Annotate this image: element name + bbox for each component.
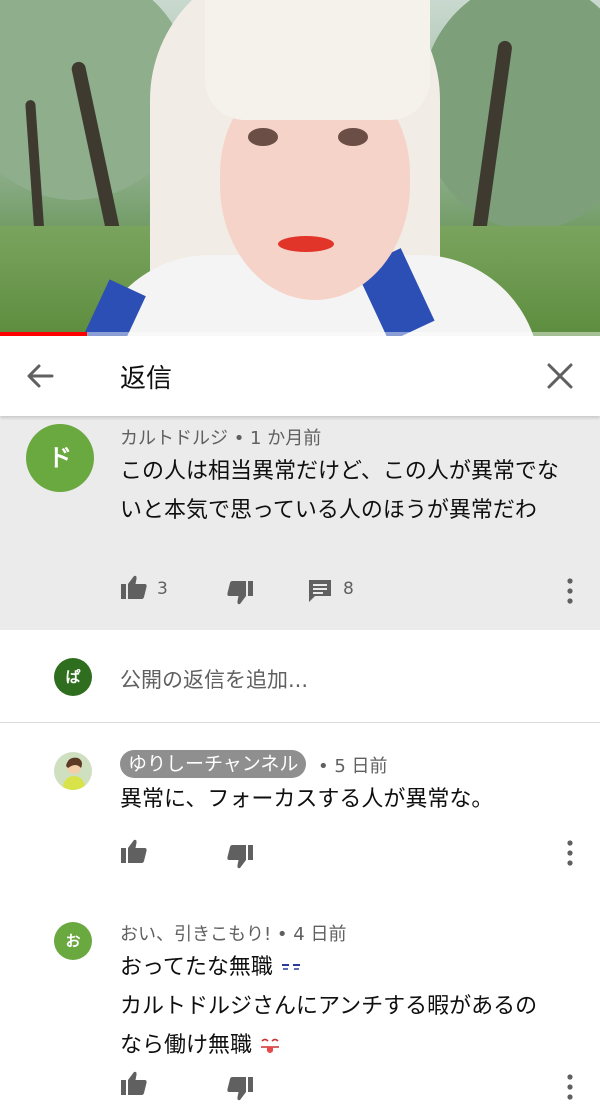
reply-count: 8 [343, 579, 354, 599]
thumbs-up-icon[interactable] [120, 574, 148, 600]
comment-line: おってたな無職 [120, 948, 590, 987]
avatar[interactable] [54, 752, 92, 790]
page-title: 返信 [120, 364, 173, 394]
divider [0, 722, 600, 723]
avatar-photo-icon [54, 752, 92, 790]
add-reply-input[interactable]: 公開の返信を追加... [120, 664, 308, 694]
more-options-icon[interactable] [560, 576, 580, 606]
more-options-icon[interactable] [560, 838, 580, 868]
author-chip[interactable]: ゆりしーチャンネル [120, 750, 307, 778]
thumbs-down-icon[interactable] [226, 1076, 254, 1102]
comment-time: • 5 日前 [318, 756, 388, 777]
tongue-face-icon [261, 1038, 280, 1053]
sleepy-face-icon [281, 964, 300, 970]
replies-header: 返信 [0, 336, 600, 416]
thumbs-up-icon[interactable] [120, 838, 148, 864]
person-bangs [205, 0, 430, 120]
comment-line: カルトドルジさんにアンチする暇があるの [120, 994, 538, 1019]
thumbs-up-icon[interactable] [120, 1070, 148, 1096]
parent-comment: ド カルトドルジ • 1 か月前 この人は相当異常だけど、この人が異常でないと本… [0, 416, 600, 630]
comment-text: この人は相当異常だけど、この人が異常でないと本気で思っている人のほうが異常だわ [120, 459, 559, 523]
comment-line-text: なら働け無職 [120, 1033, 253, 1058]
comment-meta: カルトドルジ • 1 か月前 [120, 428, 322, 449]
arrow-left-icon [27, 364, 54, 388]
tree-foliage [420, 0, 600, 230]
like-count: 3 [157, 579, 168, 599]
comment-meta: おい、引きこもり! • 4 日前 [120, 924, 347, 945]
comment-text: 異常に、フォーカスする人が異常な。 [120, 787, 494, 812]
video-player[interactable] [0, 0, 600, 336]
reply-comment-icon[interactable] [308, 579, 332, 603]
avatar[interactable]: ド [26, 424, 94, 492]
more-options-icon[interactable] [560, 1072, 580, 1102]
comment-text: おってたな無職 カルトドルジさんにアンチする暇があるの なら働け無職 [120, 948, 590, 1065]
person-lips [278, 236, 334, 252]
comment-line: なら働け無職 [120, 1026, 590, 1065]
back-button[interactable] [20, 358, 60, 394]
close-button[interactable] [540, 358, 580, 394]
close-icon [547, 363, 573, 389]
thumbs-down-icon[interactable] [226, 844, 254, 870]
thumbs-down-icon[interactable] [226, 580, 254, 606]
avatar: ぱ [54, 658, 92, 696]
avatar[interactable]: お [54, 922, 92, 960]
person-eye [338, 128, 368, 146]
person-eye [248, 128, 278, 146]
comment-line-text: おってたな無職 [120, 955, 273, 980]
